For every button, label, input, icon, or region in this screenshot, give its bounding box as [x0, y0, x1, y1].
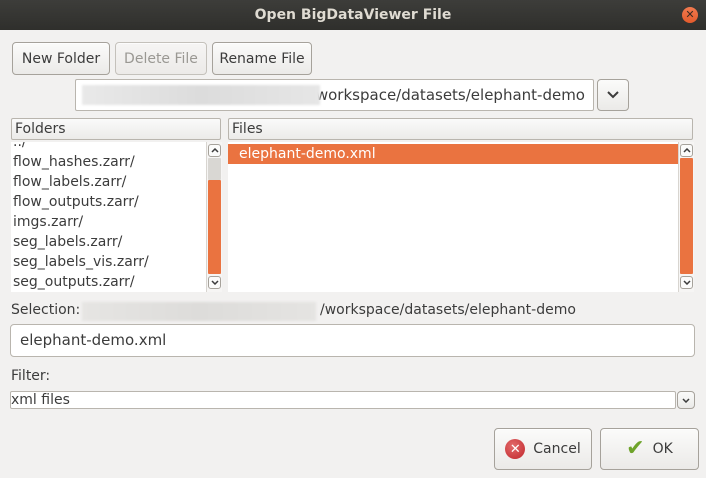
- folder-item[interactable]: ../: [11, 142, 206, 152]
- folders-scrollbar[interactable]: [206, 142, 222, 292]
- path-value: /workspace/datasets/elephant-demo: [310, 86, 585, 104]
- folders-scroll-thumb[interactable]: [208, 180, 221, 274]
- filter-value: xml files: [11, 392, 70, 408]
- scroll-up-icon[interactable]: [680, 144, 693, 157]
- new-folder-button[interactable]: New Folder: [12, 42, 110, 75]
- chevron-down-icon: [682, 397, 690, 403]
- open-file-dialog: Open BigDataViewer File ✕ New Folder Del…: [0, 0, 706, 478]
- redacted-selection-prefix: [82, 302, 316, 321]
- folder-item[interactable]: imgs.zarr/: [11, 212, 206, 232]
- files-list[interactable]: elephant-demo.xml: [228, 142, 678, 292]
- folders-header[interactable]: Folders: [11, 118, 221, 140]
- folders-header-label: Folders: [15, 121, 66, 137]
- path-dropdown-button[interactable]: [597, 79, 629, 111]
- scroll-down-icon[interactable]: [208, 276, 221, 289]
- folder-item[interactable]: seg_labels_vis.zarr/: [11, 252, 206, 272]
- chevron-down-icon: [607, 91, 619, 99]
- ok-label: OK: [652, 441, 673, 457]
- cancel-icon: ✕: [505, 439, 526, 459]
- selection-path: /workspace/datasets/elephant-demo: [320, 302, 576, 318]
- cancel-button[interactable]: ✕ Cancel: [494, 428, 592, 470]
- scroll-down-icon[interactable]: [680, 276, 693, 289]
- checkmark-icon: ✔: [626, 436, 645, 461]
- folder-item[interactable]: flow_outputs.zarr/: [11, 192, 206, 212]
- path-combo[interactable]: /workspace/datasets/elephant-demo: [75, 79, 594, 111]
- files-scroll-thumb[interactable]: [680, 158, 693, 274]
- filter-label: Filter:: [11, 368, 51, 384]
- cancel-label: Cancel: [533, 441, 581, 457]
- folders-list[interactable]: ../flow_hashes.zarr/flow_labels.zarr/flo…: [11, 142, 206, 292]
- delete-file-label: Delete File: [124, 50, 198, 67]
- folder-item[interactable]: seg_outputs.zarr/: [11, 272, 206, 292]
- file-item-label: elephant-demo.xml: [239, 146, 376, 162]
- file-item[interactable]: elephant-demo.xml: [228, 144, 678, 164]
- ok-button[interactable]: ✔ OK: [600, 428, 699, 470]
- selection-label: Selection:: [11, 302, 81, 318]
- new-folder-label: New Folder: [21, 50, 101, 67]
- folder-item[interactable]: seg_labels.zarr/: [11, 232, 206, 252]
- files-header-label: Files: [232, 121, 263, 137]
- scroll-up-icon[interactable]: [208, 144, 221, 157]
- close-icon[interactable]: ✕: [682, 7, 698, 23]
- window-title: Open BigDataViewer File: [254, 7, 452, 23]
- folder-item[interactable]: flow_labels.zarr/: [11, 172, 206, 192]
- delete-file-button[interactable]: Delete File: [115, 42, 207, 75]
- rename-file-button[interactable]: Rename File: [212, 42, 312, 75]
- filter-combo[interactable]: xml files: [10, 391, 676, 409]
- redacted-path-prefix: [82, 85, 320, 105]
- filter-dropdown-button[interactable]: [677, 391, 695, 409]
- folders-scroll-track-top: [208, 158, 221, 180]
- title-bar: Open BigDataViewer File ✕: [0, 0, 706, 30]
- folder-item[interactable]: flow_hashes.zarr/: [11, 152, 206, 172]
- rename-file-label: Rename File: [219, 50, 305, 67]
- selection-entry-value: elephant-demo.xml: [20, 331, 167, 349]
- files-scrollbar[interactable]: [678, 142, 694, 292]
- selection-entry[interactable]: elephant-demo.xml: [10, 324, 695, 357]
- files-header[interactable]: Files: [228, 118, 693, 140]
